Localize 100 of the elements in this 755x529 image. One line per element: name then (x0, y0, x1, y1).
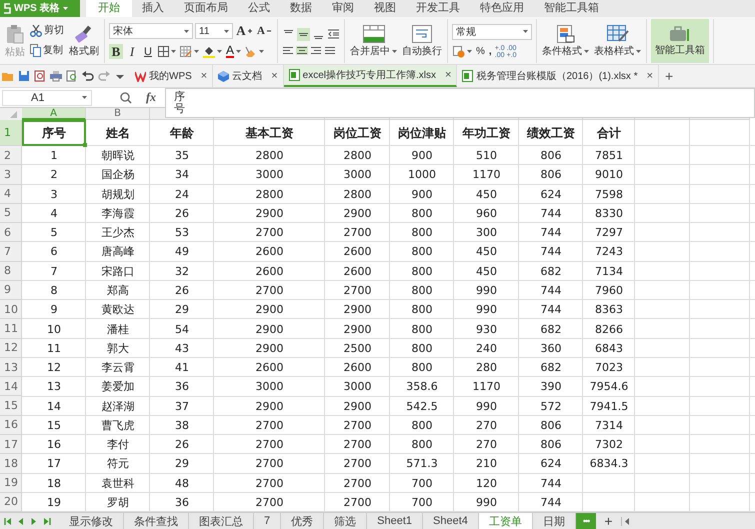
row-header[interactable]: 19 (0, 474, 22, 493)
next-sheet-icon[interactable] (30, 516, 38, 526)
table-cell-text: 2700 (342, 494, 372, 511)
font-name-dropdown[interactable]: 宋体 (109, 23, 193, 39)
row-header[interactable]: 6 (0, 223, 22, 242)
decrease-indent-button[interactable] (327, 28, 340, 40)
document-tab[interactable]: 税务管理台账模版（2016）(1).xlsx * × (457, 65, 660, 87)
previous-sheet-icon[interactable] (17, 516, 25, 526)
row-header[interactable]: 12 (0, 338, 22, 358)
menu-tab[interactable]: 视图 (364, 0, 406, 17)
row-header[interactable]: 3 (0, 165, 22, 185)
sheet-tab[interactable]: 优秀 (281, 513, 324, 529)
table-cell-text: 120 (475, 476, 498, 492)
function-button[interactable]: fx (146, 90, 156, 105)
zoom-icon[interactable] (120, 92, 132, 104)
column-header[interactable]: B (86, 108, 150, 120)
conditional-format-button[interactable]: 条件格式 (541, 24, 590, 58)
font-size-dropdown[interactable]: 11 (195, 23, 233, 39)
row-header[interactable]: 15 (0, 396, 22, 416)
first-sheet-icon[interactable] (4, 516, 12, 526)
sheet-tab[interactable]: Sheet1 (367, 513, 423, 529)
menu-tab[interactable]: 插入 (132, 0, 174, 17)
font-color-button[interactable]: A (225, 44, 242, 59)
menu-tab[interactable]: 页面布局 (174, 0, 238, 17)
save-icon[interactable] (18, 70, 30, 82)
row-header[interactable]: 13 (0, 358, 22, 378)
sheet-tab[interactable]: 7 (254, 513, 282, 529)
horizontal-align-button[interactable] (296, 46, 308, 54)
font-style-button[interactable]: U (141, 44, 155, 59)
merge-center-button[interactable]: 合并居中 (349, 24, 398, 58)
fill-color-button[interactable] (202, 44, 223, 58)
table-cell-text: 胡规划 (100, 186, 136, 203)
grow-font-button[interactable]: A (235, 24, 253, 38)
table-cell-text: 744 (540, 494, 562, 511)
row-header[interactable]: 20 (0, 492, 22, 512)
row-header[interactable]: 5 (0, 204, 22, 224)
row-header[interactable]: 7 (0, 242, 22, 262)
name-box[interactable]: A1 (2, 90, 92, 106)
sheet-tab[interactable]: 显示修改 (59, 513, 124, 529)
row-header[interactable]: 11 (0, 319, 22, 339)
table-style-button[interactable]: 表格样式 (593, 24, 642, 58)
row-header[interactable]: 16 (0, 416, 22, 435)
cut-button[interactable]: 剪切 (29, 24, 65, 38)
document-tab[interactable]: 我的WPS × (130, 65, 214, 87)
wrap-text-button[interactable]: 自动换行 (401, 24, 443, 58)
table-cell-text: 7023 (594, 360, 624, 376)
table-cell-text: 2600 (342, 244, 372, 260)
row-header[interactable]: 4 (0, 184, 22, 204)
shrink-font-button[interactable]: A (255, 24, 273, 38)
row-header[interactable]: 8 (0, 262, 22, 281)
currency-button[interactable] (452, 44, 473, 58)
table-cell-text: 16 (46, 437, 62, 454)
number-format-dropdown[interactable]: 常规 (452, 24, 532, 40)
last-sheet-icon[interactable] (43, 516, 51, 526)
scroll-left-icon[interactable] (620, 516, 632, 526)
menu-tab[interactable]: 开始 (86, 0, 132, 17)
copy-button[interactable]: 复制 (29, 43, 65, 58)
row-header[interactable]: 18 (0, 454, 22, 474)
horizontal-align-button[interactable] (324, 46, 336, 54)
format-painter-button[interactable]: 格式刷 (68, 24, 100, 58)
menu-tab[interactable]: 智能工具箱 (534, 0, 609, 17)
comma-button[interactable]: , (488, 44, 493, 58)
row-header[interactable]: 17 (0, 434, 22, 454)
print-preview-icon[interactable] (66, 70, 78, 82)
menu-tab[interactable]: 数据 (280, 0, 322, 17)
menu-tab[interactable]: 公式 (238, 0, 280, 17)
vertical-align-button[interactable] (297, 28, 310, 40)
sheet-tab[interactable]: 条件查找 (124, 513, 189, 529)
menu-tab[interactable]: 审阅 (322, 0, 364, 17)
sheet-tab[interactable]: 工资单 (478, 513, 533, 529)
formula-input[interactable]: 序号 (165, 88, 755, 118)
row-header[interactable]: 9 (0, 280, 22, 300)
sheet-tab[interactable]: 筛选 (324, 513, 368, 529)
table-cell-text: 2900 (254, 302, 284, 318)
font-style-button[interactable]: B (109, 44, 123, 59)
add-sheet-button[interactable]: + (596, 513, 621, 529)
table-cell-text: 唐高峰 (100, 244, 136, 260)
row-header[interactable]: 14 (0, 377, 22, 396)
toolbox-button[interactable]: 智能工具箱 (651, 19, 709, 63)
printer-icon[interactable] (50, 70, 62, 82)
export-pdf-icon[interactable] (34, 70, 46, 82)
sheet-tab[interactable]: 图表汇总 (189, 513, 254, 529)
menu-tab[interactable]: 特色应用 (470, 0, 534, 17)
new-tab-button[interactable]: + (659, 65, 680, 87)
table-cell-text: 43 (174, 340, 190, 357)
borders-button[interactable] (157, 45, 177, 58)
column-heading: 年功工资 (461, 124, 512, 142)
document-tab[interactable]: 云文档 × (213, 65, 284, 87)
table-cell-text: 7134 (594, 264, 624, 280)
clear-format-button[interactable] (244, 44, 266, 58)
document-tab[interactable]: excel操作技巧专用工作簿.xlsx × (284, 65, 458, 87)
undo-icon[interactable] (82, 70, 94, 82)
menu-tab[interactable]: 开发工具 (406, 0, 470, 17)
font-style-button[interactable]: I (125, 44, 139, 59)
row-header[interactable]: 2 (0, 146, 22, 166)
percent-button[interactable]: % (475, 44, 486, 58)
row-header[interactable]: 10 (0, 300, 22, 320)
horizontal-align-button[interactable] (282, 46, 294, 54)
cell-border-style-button[interactable] (179, 45, 200, 58)
horizontal-align-button[interactable] (310, 46, 322, 54)
